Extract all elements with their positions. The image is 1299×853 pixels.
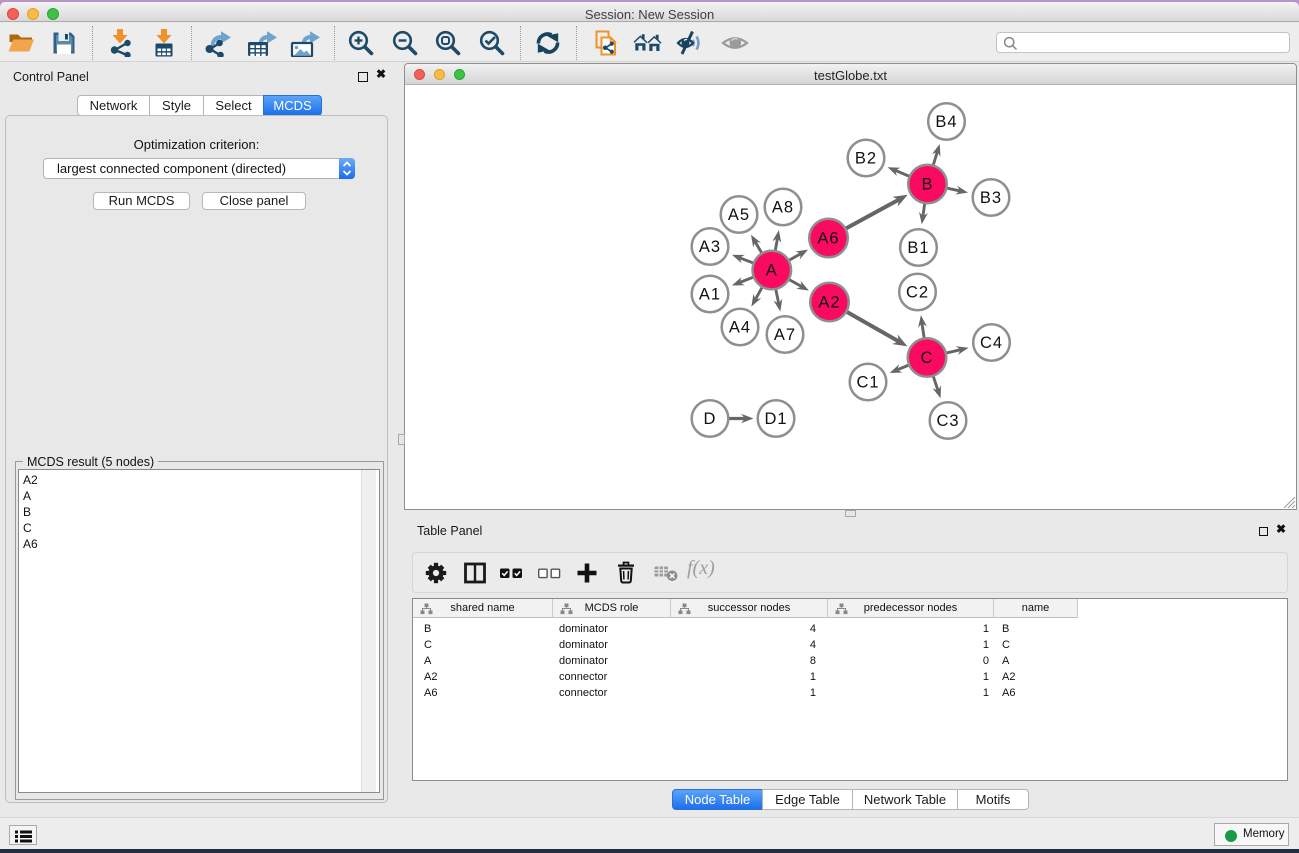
svg-text:C2: C2 bbox=[906, 284, 929, 302]
svg-text:C4: C4 bbox=[980, 334, 1003, 352]
svg-text:A1: A1 bbox=[699, 286, 721, 304]
svg-text:A3: A3 bbox=[699, 238, 721, 256]
svg-text:B: B bbox=[921, 176, 933, 194]
svg-text:A2: A2 bbox=[818, 294, 840, 312]
svg-text:A6: A6 bbox=[817, 230, 839, 248]
svg-text:B4: B4 bbox=[935, 113, 957, 131]
svg-text:B1: B1 bbox=[907, 239, 929, 257]
svg-text:D: D bbox=[704, 410, 717, 428]
svg-text:A8: A8 bbox=[772, 199, 794, 217]
svg-text:B2: B2 bbox=[855, 150, 877, 168]
svg-text:B3: B3 bbox=[980, 189, 1002, 207]
svg-text:A: A bbox=[766, 262, 778, 280]
svg-text:A4: A4 bbox=[729, 319, 751, 337]
svg-text:C1: C1 bbox=[856, 374, 879, 392]
svg-text:A5: A5 bbox=[728, 206, 750, 224]
svg-text:A7: A7 bbox=[774, 326, 796, 344]
svg-text:C3: C3 bbox=[936, 412, 959, 430]
svg-text:D1: D1 bbox=[764, 410, 787, 428]
svg-text:C: C bbox=[921, 349, 934, 367]
